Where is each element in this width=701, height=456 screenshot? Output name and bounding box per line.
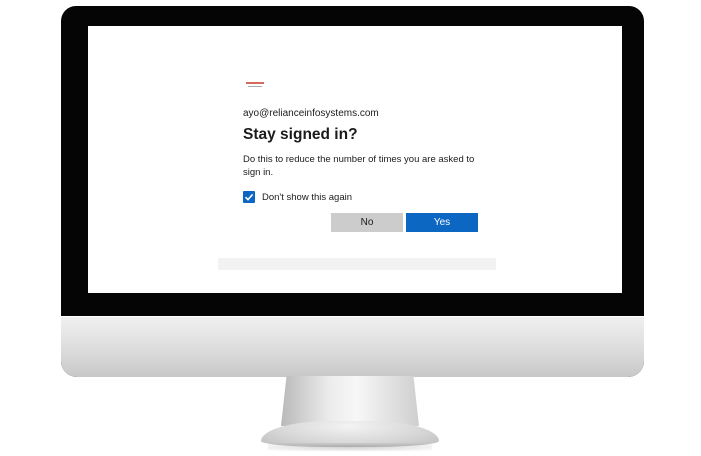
screen: ayo@relianceinfosystems.com Stay signed … bbox=[88, 26, 622, 293]
checkmark-icon bbox=[244, 193, 254, 201]
dont-show-again-label[interactable]: Don't show this again bbox=[262, 192, 352, 203]
monitor-chin bbox=[61, 316, 644, 377]
account-email: ayo@relianceinfosystems.com bbox=[243, 108, 379, 119]
company-logo bbox=[246, 81, 264, 89]
dont-show-again-checkbox[interactable] bbox=[243, 191, 255, 203]
no-button[interactable]: No bbox=[331, 213, 403, 232]
dont-show-again-row[interactable]: Don't show this again bbox=[243, 190, 352, 204]
monitor-shadow bbox=[268, 443, 432, 451]
description-text: Do this to reduce the number of times yo… bbox=[243, 154, 475, 178]
monitor-stand bbox=[281, 376, 419, 426]
yes-button[interactable]: Yes bbox=[406, 213, 478, 232]
page-title: Stay signed in? bbox=[243, 126, 358, 143]
footer-bar bbox=[218, 258, 496, 270]
